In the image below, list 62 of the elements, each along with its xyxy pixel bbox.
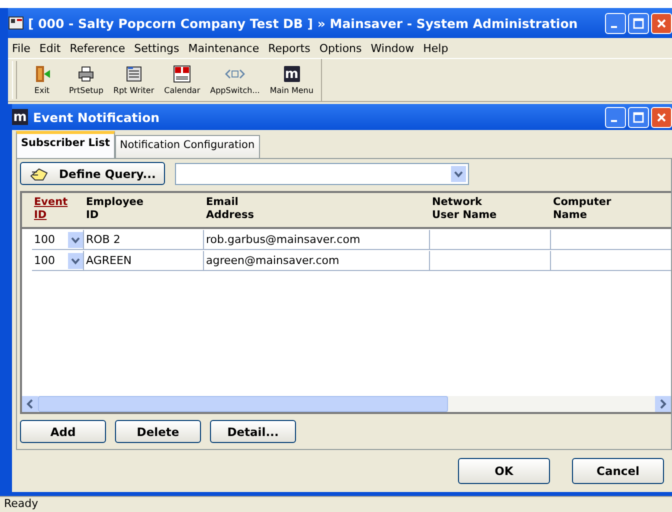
status-bar: Ready — [0, 496, 672, 512]
horizontal-scrollbar[interactable] — [22, 396, 671, 412]
maximize-icon — [633, 18, 644, 28]
app-icon — [8, 16, 24, 30]
minimize-button[interactable] — [605, 106, 626, 128]
toolbar-button[interactable]: Calendar — [160, 59, 204, 101]
event-id-dropdown[interactable]: 100 — [32, 230, 84, 250]
action-button[interactable]: Delete — [115, 420, 201, 443]
action-button[interactable]: Detail... — [210, 420, 296, 443]
query-dropdown[interactable] — [174, 162, 469, 184]
menu-item[interactable]: File — [12, 42, 30, 54]
toolbar-button[interactable]: Rpt Writer — [109, 59, 158, 101]
close-button[interactable] — [651, 12, 672, 34]
calendar-icon — [173, 65, 192, 83]
menu-item[interactable]: Reports — [268, 42, 310, 54]
menu-item[interactable]: Maintenance — [188, 42, 260, 54]
table-cell: rob.garbus@mainsaver.com — [204, 230, 430, 250]
column-header[interactable]: Computer Name — [551, 193, 671, 227]
menu-item[interactable]: Edit — [39, 42, 61, 54]
scroll-left-icon[interactable] — [26, 399, 34, 409]
close-icon — [656, 112, 667, 122]
minimize-icon — [610, 26, 616, 28]
logo-icon: m — [12, 109, 28, 125]
logo-icon: m — [284, 66, 300, 82]
toolbar-button[interactable]: AppSwitch... — [206, 59, 264, 101]
close-button[interactable] — [651, 106, 672, 128]
dialog-button[interactable]: OK — [458, 458, 550, 484]
event-id-dropdown[interactable]: 100 — [32, 251, 84, 271]
define-query-button[interactable]: Define Query... — [20, 162, 165, 185]
column-header[interactable]: Event ID — [32, 193, 84, 227]
action-button[interactable]: Add — [20, 420, 106, 443]
maximize-button[interactable] — [628, 106, 649, 128]
minimize-button[interactable] — [605, 12, 626, 34]
window-title: [ 000 - Salty Popcorn Company Test DB ] » Mainsaver - System Administration — [28, 16, 579, 30]
column-header[interactable]: Employee ID — [84, 193, 204, 227]
toolbar-button[interactable]: m Main Menu — [266, 59, 318, 101]
door-icon — [33, 65, 51, 83]
toolbar-button[interactable]: PrtSetup — [65, 59, 108, 101]
column-header[interactable]: Email Address — [204, 193, 430, 227]
menu-item[interactable]: Help — [423, 42, 448, 54]
maximize-icon — [633, 112, 644, 122]
column-header[interactable]: Network User Name — [430, 193, 551, 227]
table-cell: ROB 2 — [84, 230, 204, 250]
minimize-icon — [610, 120, 616, 122]
close-icon — [656, 18, 667, 28]
dialog-button[interactable]: Cancel — [572, 458, 664, 484]
printer-icon — [77, 65, 96, 83]
scroll-thumb[interactable] — [38, 396, 448, 412]
toolbar-button[interactable]: Exit — [21, 59, 63, 101]
window-title: Event Notification — [33, 110, 161, 124]
switch-icon — [224, 68, 245, 80]
menu-item[interactable]: Options — [319, 42, 362, 54]
document-icon — [124, 65, 143, 83]
menu-item[interactable]: Reference — [70, 42, 126, 54]
tab[interactable]: Notification Configuration — [114, 135, 260, 158]
table-cell: agreen@mainsaver.com — [204, 251, 430, 271]
menu-item[interactable]: Settings — [134, 42, 180, 54]
scroll-right-icon[interactable] — [659, 399, 667, 409]
maximize-button[interactable] — [628, 12, 649, 34]
table-cell: AGREEN — [84, 251, 204, 271]
tab[interactable]: Subscriber List — [16, 131, 115, 158]
menu-item[interactable]: Window — [370, 42, 414, 54]
